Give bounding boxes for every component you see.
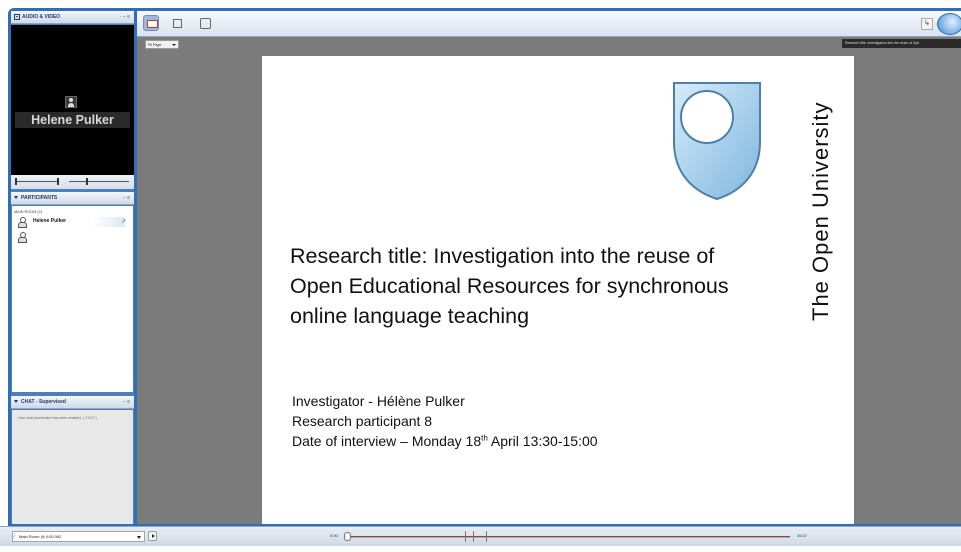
mic-volume-slider[interactable] bbox=[15, 181, 57, 182]
participant-row[interactable]: Helene Pulker ↗ bbox=[15, 217, 127, 228]
slide-title: Research title: Investigation into the r… bbox=[290, 244, 729, 328]
participant-name: Helene Pulker bbox=[33, 218, 67, 224]
slide-details: Investigator - Hélène Pulker Research pa… bbox=[292, 391, 772, 451]
participants-title: PARTICIPANTS bbox=[21, 195, 58, 201]
content-area: ↳ Fit Page Research title: Investigation… bbox=[137, 11, 961, 524]
user-icon bbox=[18, 217, 27, 228]
load-content-button[interactable] bbox=[197, 15, 213, 31]
date-suffix: April 13:30-15:00 bbox=[487, 433, 598, 449]
zoom-fit-select[interactable]: Fit Page bbox=[145, 40, 179, 49]
total-time: 45:37 bbox=[797, 533, 808, 538]
chat-log: - Your chat permission has been enabled.… bbox=[12, 410, 133, 524]
presentation-slide: The Open University Research title: Inve… bbox=[262, 56, 854, 524]
panel-menu-controls[interactable]: – ≡ bbox=[123, 396, 130, 409]
mic-volume-knob-end[interactable] bbox=[57, 178, 59, 185]
chevron-down-icon bbox=[137, 536, 141, 539]
whiteboard-button[interactable] bbox=[143, 15, 159, 31]
track-marker bbox=[473, 531, 474, 542]
audio-video-header[interactable]: AUDIO & VIDEO · – ≡ bbox=[11, 11, 134, 24]
elapsed-time: 0:00 bbox=[330, 533, 338, 538]
user-icon bbox=[65, 96, 77, 108]
speaker-volume-knob[interactable] bbox=[86, 178, 88, 185]
date-ordinal: th bbox=[481, 433, 488, 443]
playback-bar: ⁄ Main Room @ 0:00.062 0:00 45:37 bbox=[0, 526, 961, 546]
left-panel: AUDIO & VIDEO · – ≡ Helene Pulker PARTIC… bbox=[11, 11, 134, 524]
play-button[interactable] bbox=[148, 531, 157, 541]
room-select[interactable]: ⁄ Main Room @ 0:00.062 bbox=[12, 531, 145, 542]
content-title: Research title: Investigation into the r… bbox=[842, 39, 961, 48]
speaker-volume-slider[interactable] bbox=[69, 181, 129, 182]
zoom-fit-value: Fit Page bbox=[148, 43, 162, 47]
date-prefix: Date of interview – Monday 18 bbox=[292, 433, 482, 449]
pointer-tool-icon[interactable]: ↳ bbox=[921, 18, 933, 30]
video-area: Helene Pulker bbox=[11, 25, 134, 175]
participant-row[interactable] bbox=[15, 232, 125, 243]
speaker-name: Helene Pulker bbox=[15, 112, 130, 128]
track-marker bbox=[465, 531, 466, 542]
audio-video-title: AUDIO & VIDEO bbox=[22, 14, 61, 20]
collapse-triangle-icon[interactable] bbox=[14, 400, 18, 404]
user-icon bbox=[18, 232, 27, 243]
collapse-icon[interactable] bbox=[14, 13, 20, 20]
application-share-button[interactable] bbox=[169, 15, 185, 31]
collapse-triangle-icon[interactable] bbox=[14, 196, 18, 200]
pencil-icon: ⁄ bbox=[14, 534, 15, 540]
chevron-down-icon bbox=[172, 44, 176, 46]
participant-line: Research participant 8 bbox=[292, 413, 433, 429]
room-value: Main Room @ 0:00.062 bbox=[19, 534, 62, 539]
open-university-logo bbox=[673, 82, 761, 201]
track-marker bbox=[486, 531, 487, 542]
microphone-icon: ↗ bbox=[121, 219, 127, 225]
collaborate-window: AUDIO & VIDEO · – ≡ Helene Pulker PARTIC… bbox=[0, 0, 961, 552]
date-line: Date of interview – Monday 18th April 13… bbox=[292, 431, 772, 451]
panel-menu-controls[interactable]: – ≡ bbox=[123, 192, 130, 205]
participants-list: MAIN ROOM (2) Helene Pulker ↗ bbox=[12, 206, 133, 392]
chat-message: - Your chat permission has been enabled.… bbox=[16, 416, 97, 420]
playback-track[interactable] bbox=[345, 536, 790, 538]
audio-controls bbox=[11, 175, 134, 189]
playback-scrubber[interactable] bbox=[344, 532, 351, 541]
chat-title: CHAT - Supervised bbox=[21, 399, 66, 405]
university-name: The Open University bbox=[808, 101, 833, 321]
room-label: MAIN ROOM (2) bbox=[14, 210, 43, 214]
content-toolbar: ↳ bbox=[137, 11, 961, 37]
whiteboard-tools-icon[interactable] bbox=[937, 13, 961, 35]
chat-header[interactable]: CHAT - Supervised – ≡ bbox=[11, 396, 134, 409]
participants-header[interactable]: PARTICIPANTS – ≡ bbox=[11, 192, 134, 205]
investigator-line: Investigator - Hélène Pulker bbox=[292, 393, 465, 409]
mic-volume-knob[interactable] bbox=[15, 178, 17, 185]
panel-menu-controls[interactable]: · – ≡ bbox=[120, 11, 130, 24]
